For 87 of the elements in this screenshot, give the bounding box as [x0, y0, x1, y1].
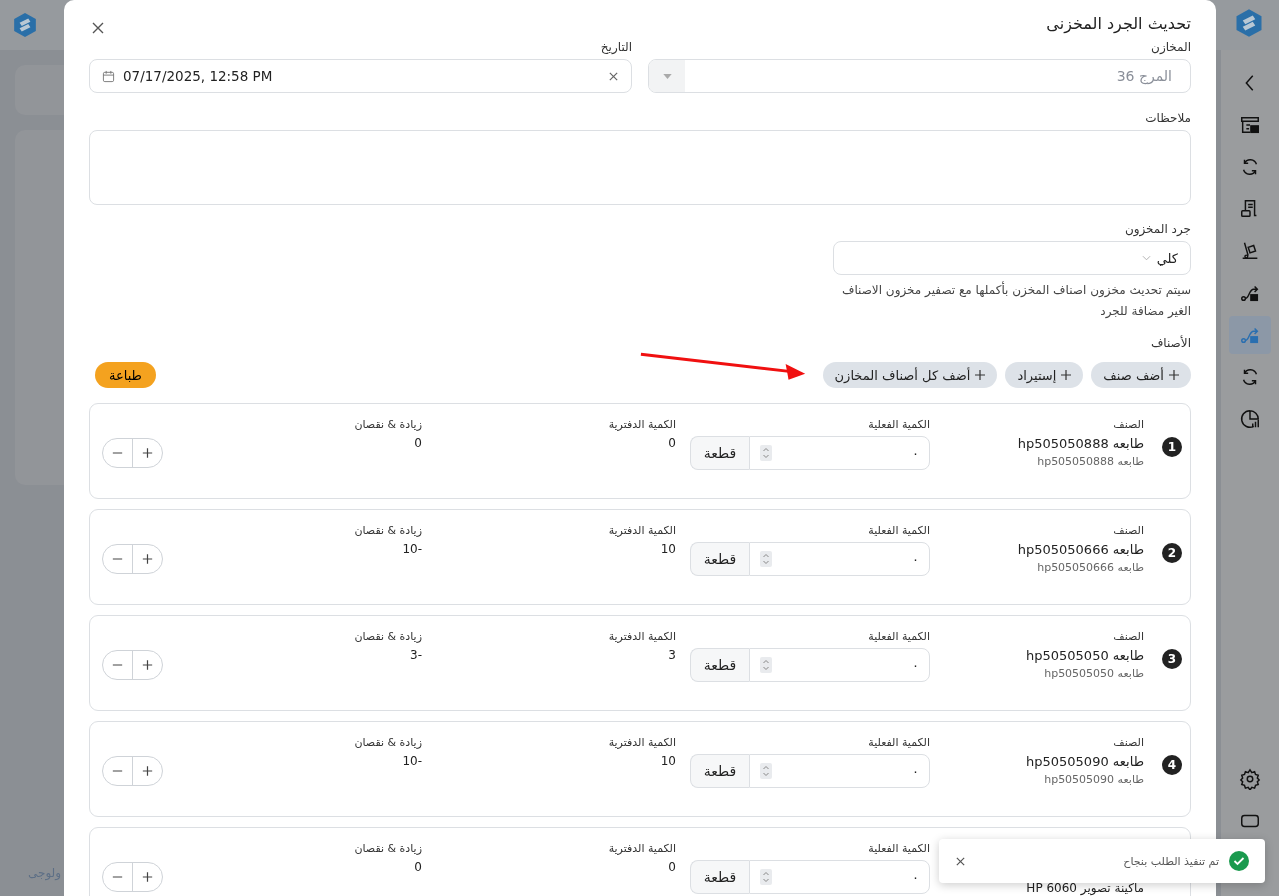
book-quantity: 10	[659, 754, 676, 768]
add-button[interactable]: إستيراد	[1005, 362, 1084, 388]
spinner-icon[interactable]	[760, 445, 772, 461]
difference-value: -3	[409, 648, 422, 662]
caret-icon	[662, 73, 672, 79]
item-name: ماكينة تصوير HP 6060	[1025, 883, 1144, 894]
column-label: زيادة & نقصان	[353, 842, 422, 856]
toast-message: تم تنفيذ الطلب بنجاح	[1122, 854, 1219, 868]
close-icon[interactable]	[955, 855, 966, 867]
book-quantity: 0	[667, 860, 676, 874]
book-quantity: 10	[659, 542, 676, 556]
index-badge: 4	[1162, 755, 1182, 775]
column-label: الكمية الفعلية	[867, 842, 930, 856]
add-button[interactable]: أضف صنف	[1091, 362, 1191, 388]
index-badge: 2	[1162, 543, 1182, 563]
add-button[interactable]: أضف كل أصناف المخازن	[822, 362, 998, 388]
store-icon[interactable]	[1239, 114, 1261, 136]
plus-icon	[975, 370, 986, 380]
column-label: الكمية الدفترية	[607, 418, 676, 432]
unit-label: قطعة	[690, 754, 749, 788]
clear-icon[interactable]	[608, 70, 619, 82]
difference-value: -10	[401, 754, 422, 768]
chevron-icon	[1141, 255, 1151, 261]
plus-icon	[1169, 370, 1179, 380]
date-field[interactable]: 07/17/2025, 12:58 PM	[89, 59, 632, 93]
column-label: الصنف	[1112, 524, 1144, 538]
logo-icon	[1234, 8, 1264, 38]
hint-text: سيتم تحديث مخزون اصناف المخزن بأكملها مع تصفير مخزون الاصناف الغير مضافة للجرد	[840, 280, 1191, 320]
spinner-icon[interactable]	[760, 551, 772, 567]
spinner-icon[interactable]	[760, 869, 772, 885]
plus-icon	[1061, 370, 1072, 380]
quantity-field[interactable]: ٠	[749, 860, 930, 894]
close-icon[interactable]	[90, 20, 106, 36]
notes-field[interactable]	[89, 130, 1191, 205]
column-label: الصنف	[1112, 418, 1144, 432]
quantity-field[interactable]: ٠	[749, 542, 930, 576]
column-label: الكمية الفعلية	[867, 524, 930, 538]
book-quantity: 3	[667, 648, 676, 662]
field-label: التاريخ	[599, 40, 632, 54]
unit-label: قطعة	[690, 860, 749, 894]
book-quantity: 0	[667, 436, 676, 450]
column-label: الكمية الدفترية	[607, 630, 676, 644]
unit-label: قطعة	[690, 648, 749, 682]
unit-label: قطعة	[690, 436, 749, 470]
field-label: جرد المخزون	[1123, 222, 1191, 236]
item-code: طابعه hp50505090	[1043, 773, 1144, 786]
column-label: الكمية الفعلية	[867, 418, 930, 432]
inventory-select[interactable]: كلي	[833, 241, 1191, 275]
section-label: الأصناف	[1149, 336, 1191, 350]
dialog-title: تحديث الجرد المخزنى	[1046, 13, 1191, 33]
column-label: الصنف	[1112, 630, 1144, 644]
chart-icon[interactable]	[1239, 408, 1261, 430]
field-label: ملاحظات	[1144, 111, 1191, 125]
quantity-field[interactable]: ٠	[749, 436, 930, 470]
item-code: طابعه hp50505050	[1043, 667, 1144, 680]
field-label: المخازن	[1150, 40, 1191, 54]
print-button[interactable]: طباعة	[95, 362, 156, 388]
column-label: زيادة & نقصان	[353, 418, 422, 432]
quantity-field[interactable]: ٠	[749, 648, 930, 682]
column-label: الكمية الفعلية	[867, 736, 930, 750]
item-name: طابعه hp50505090	[1025, 754, 1144, 769]
column-label: الكمية الدفترية	[607, 524, 676, 538]
item-name: طابعه hp505050888	[1016, 436, 1144, 451]
spinner-icon[interactable]	[760, 657, 772, 673]
calendar-icon	[102, 69, 115, 83]
column-label: الكمية الدفترية	[607, 736, 676, 750]
check-icon	[1229, 851, 1249, 871]
difference-value: -10	[401, 542, 422, 556]
index-badge: 1	[1162, 437, 1182, 457]
spinner-icon[interactable]	[760, 763, 772, 779]
item-name: طابعه hp505050666	[1016, 542, 1144, 557]
difference-value: 0	[413, 860, 422, 874]
settings-icon[interactable]	[1239, 768, 1261, 790]
unit-label: قطعة	[690, 542, 749, 576]
index-badge: 3	[1162, 649, 1182, 669]
quantity-field[interactable]: ٠	[749, 754, 930, 788]
logo-icon	[12, 12, 38, 38]
difference-value: 0	[413, 436, 422, 450]
column-label: الكمية الفعلية	[867, 630, 930, 644]
column-label: زيادة & نقصان	[353, 630, 422, 644]
column-label: زيادة & نقصان	[353, 736, 422, 750]
item-name: طابعه hp50505050	[1025, 648, 1144, 663]
item-code: طابعه hp505050888	[1036, 455, 1144, 468]
column-label: الكمية الدفترية	[607, 842, 676, 856]
column-label: زيادة & نقصان	[353, 524, 422, 538]
item-code: طابعه hp505050666	[1036, 561, 1144, 574]
column-label: الصنف	[1112, 736, 1144, 750]
